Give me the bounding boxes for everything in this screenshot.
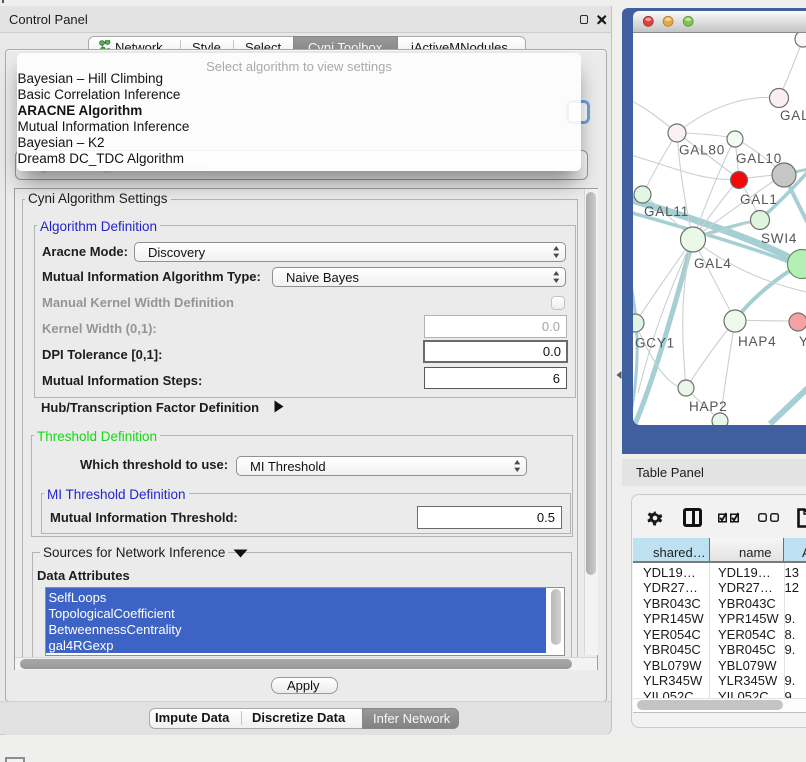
svg-text:Y: Y	[799, 334, 806, 349]
svg-text:GAL80: GAL80	[679, 143, 725, 158]
svg-text:GAL: GAL	[780, 108, 806, 123]
svg-text:GAL4: GAL4	[694, 256, 732, 271]
svg-text:SWI4: SWI4	[761, 231, 797, 246]
svg-text:GAL1: GAL1	[740, 192, 778, 207]
svg-text:HAP2: HAP2	[689, 399, 727, 414]
svg-text:GAL11: GAL11	[644, 204, 689, 219]
svg-text:GCY1: GCY1	[635, 336, 675, 351]
svg-text:GAL10: GAL10	[736, 151, 782, 166]
svg-text:HAP4: HAP4	[738, 334, 776, 349]
